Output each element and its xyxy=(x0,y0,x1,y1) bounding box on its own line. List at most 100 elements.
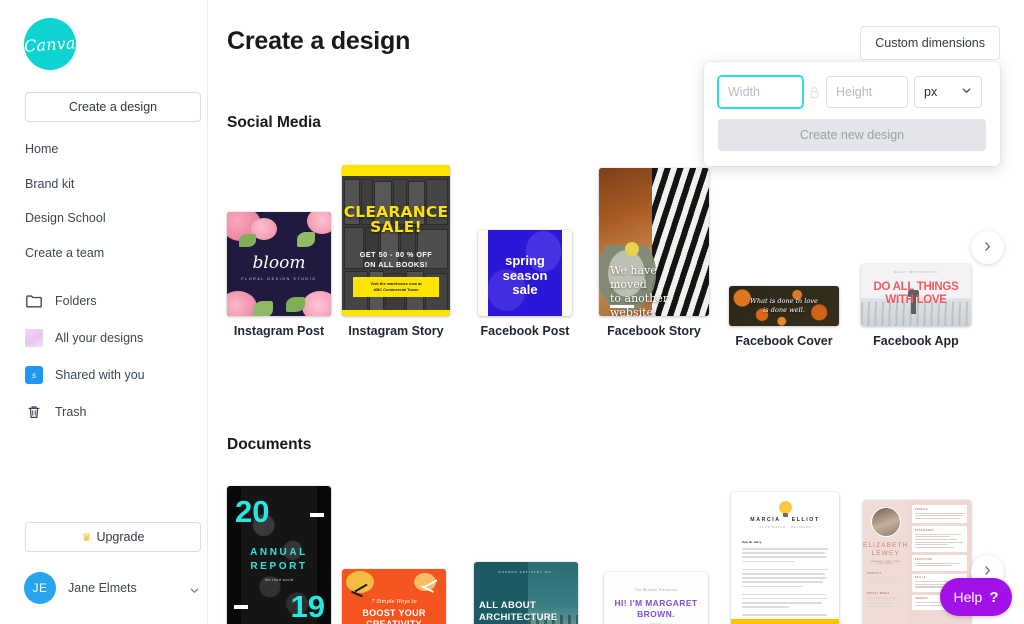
sidebar-nav: Home Brand kit Design School Create a te… xyxy=(25,142,205,280)
canva-logo[interactable]: Canva xyxy=(24,18,76,70)
custom-dimensions-panel: px Create new design xyxy=(704,62,1000,166)
artwork-name-2: LEWEY xyxy=(871,550,900,557)
artwork-top-text: The Window Preschool xyxy=(634,588,678,592)
sidebar-item-folders[interactable]: Folders xyxy=(25,292,205,310)
artwork-name-left: MARCIA xyxy=(750,517,781,523)
artwork-top-text: MODERN ARTISTRY NO. xyxy=(498,570,554,574)
artwork-role: ILLUSTRATOR · DESIGNER xyxy=(758,526,812,529)
sidebar-item-design-school[interactable]: Design School xyxy=(25,211,205,225)
template-tile-letterhead[interactable]: MARCIA ELLIOT ILLUSTRATOR · DESIGNER Dea… xyxy=(731,492,839,624)
sidebar-item-trash-label: Trash xyxy=(55,405,87,419)
template-thumbnail-annual: 20 ANNUAL REPORT the third world 19 xyxy=(227,486,331,624)
template-tile-annual-report[interactable]: 20 ANNUAL REPORT the third world 19 xyxy=(227,486,331,624)
artwork-footer-bar xyxy=(731,619,839,624)
template-tile-facebook-cover[interactable]: What is done in love is done well. Faceb… xyxy=(729,286,839,348)
template-tile-boost-creativity[interactable]: 7 Simple Ways to BOOST YOUR CREATIVITY B… xyxy=(342,569,446,624)
section-title-social-media: Social Media xyxy=(227,114,321,131)
template-tile-facebook-app[interactable]: DAILY MOTIVATION DO ALL THINGS WITH LOVE… xyxy=(861,264,971,348)
template-tile-instagram-post[interactable]: bloom FLORAL DESIGN STUDIO Instagram Pos… xyxy=(227,212,331,338)
artwork-headline-2: SALE! xyxy=(370,218,422,236)
sidebar-item-shared-with-you-label: Shared with you xyxy=(55,368,145,382)
artwork-line-2: to another xyxy=(610,292,669,305)
social-media-row: bloom FLORAL DESIGN STUDIO Instagram Pos… xyxy=(208,160,1024,350)
create-new-design-button[interactable]: Create new design xyxy=(718,119,986,151)
artwork-number-2: 19 xyxy=(290,589,325,624)
sidebar-item-folders-label: Folders xyxy=(55,294,97,308)
artwork-line-2: season xyxy=(502,267,548,283)
designs-icon xyxy=(25,329,43,347)
sidebar-item-create-a-team[interactable]: Create a team xyxy=(25,246,205,260)
sidebar-item-all-your-designs[interactable]: All your designs xyxy=(25,329,205,347)
artwork-line-1: ALL ABOUT xyxy=(479,600,537,611)
create-a-design-button[interactable]: Create a design xyxy=(25,92,201,122)
artwork-line-2: BROWN. xyxy=(637,608,675,619)
sidebar-nav-group: Folders All your designs s Shared with y… xyxy=(25,292,205,440)
artwork-number-1: 20 xyxy=(235,494,270,529)
artwork-top-text: DAILY MOTIVATION xyxy=(894,270,938,274)
lock-icon[interactable] xyxy=(809,86,820,99)
sidebar-item-shared-with-you[interactable]: s Shared with you xyxy=(25,366,205,384)
artwork-title-2: REPORT xyxy=(250,561,308,572)
artwork-sub-1: GET 50 - 80 % OFF xyxy=(359,250,433,259)
template-label: Facebook Post xyxy=(480,324,570,338)
artwork-section-contact: CONTACT xyxy=(867,573,882,575)
template-thumbnail-letter: MARCIA ELLIOT ILLUSTRATOR · DESIGNER Dea… xyxy=(731,492,839,624)
lightbulb-icon xyxy=(778,501,792,517)
artwork-sub-2: ON ALL BOOKS! xyxy=(364,260,428,269)
template-thumbnail-margaret: The Window Preschool HI! I'M MARGARET BR… xyxy=(604,572,708,624)
artwork-line-1: spring xyxy=(505,253,545,268)
canva-home-page: Canva Create a design Home Brand kit Des… xyxy=(0,0,1024,624)
artwork-line-2: ARCHITECTURE xyxy=(479,611,558,623)
template-thumbnail-architecture: MODERN ARTISTRY NO. ALL ABOUT ARCHITECTU… xyxy=(474,562,578,624)
template-label: Instagram Post xyxy=(233,324,325,338)
artwork-name-1: ELIZABETH xyxy=(863,542,909,549)
template-thumbnail-spring: spring season sale SPRING SEASON SALE 50… xyxy=(478,230,572,316)
width-input[interactable] xyxy=(718,76,803,108)
artwork-subtitle: FLORAL DESIGN STUDIO xyxy=(241,277,317,281)
artwork-role: GRAPHIC AND WEB DESIGNER xyxy=(870,561,901,565)
user-menu[interactable]: JE Jane Elmets xyxy=(24,572,200,604)
help-button[interactable]: Help ? xyxy=(940,578,1012,616)
sidebar-item-trash[interactable]: Trash xyxy=(25,403,205,421)
help-button-label: Help xyxy=(953,589,983,605)
main-content: Create a design Custom dimensions px Cre… xyxy=(208,0,1024,624)
carousel-next-button-social-media[interactable] xyxy=(971,231,1004,264)
upgrade-button[interactable]: ♛ Upgrade xyxy=(25,522,201,552)
artwork-title-1: ANNUAL xyxy=(250,547,308,558)
template-thumbnail-cover: What is done in love is done well. xyxy=(729,286,839,326)
unit-select[interactable]: px xyxy=(914,76,982,108)
sidebar-item-home[interactable]: Home xyxy=(25,142,205,156)
template-label: Facebook App xyxy=(873,334,959,348)
height-input[interactable] xyxy=(826,76,908,108)
template-thumbnail-moved: We have moved to another website! xyxy=(599,168,709,316)
artwork-section-social: SOCIAL MEDIA xyxy=(867,593,890,596)
artwork-subtitle: the third world xyxy=(264,578,294,582)
unit-select-value: px xyxy=(924,85,938,99)
artwork-section-experience: EXPERIENCE xyxy=(914,528,935,532)
artwork-section-education: EDUCATION xyxy=(914,557,933,561)
sidebar-item-brand-kit[interactable]: Brand kit xyxy=(25,177,205,191)
artwork-pre-text: 7 Simple Ways to xyxy=(371,599,417,605)
custom-dimensions-button[interactable]: Custom dimensions xyxy=(860,26,1000,60)
template-tile-architecture[interactable]: MODERN ARTISTRY NO. ALL ABOUT ARCHITECTU… xyxy=(474,562,578,624)
template-tile-instagram-story[interactable]: CLEARANCE SALE! GET 50 - 80 % OFF ON ALL… xyxy=(342,165,450,338)
user-name: Jane Elmets xyxy=(68,581,137,595)
documents-row: 20 ANNUAL REPORT the third world 19 7 Si… xyxy=(208,484,1024,624)
template-tile-facebook-story[interactable]: We have moved to another website! Facebo… xyxy=(599,168,709,338)
artwork-line-2: WITH LOVE xyxy=(885,294,947,306)
crown-icon: ♛ xyxy=(81,531,92,544)
sidebar-item-all-your-designs-label: All your designs xyxy=(55,331,144,345)
artwork-section-profile: PROFILE xyxy=(914,507,929,511)
template-label: Instagram Story xyxy=(348,324,444,338)
artwork-line-2: CREATIVITY xyxy=(366,619,422,624)
template-thumbnail-boost: 7 Simple Ways to BOOST YOUR CREATIVITY B… xyxy=(342,569,446,624)
artwork-title: bloom xyxy=(252,253,306,273)
template-thumbnail-clearance: CLEARANCE SALE! GET 50 - 80 % OFF ON ALL… xyxy=(342,165,450,316)
artwork-line-1: What is done in love xyxy=(750,297,818,305)
template-tile-margaret-brown[interactable]: The Window Preschool HI! I'M MARGARET BR… xyxy=(604,572,708,624)
template-tile-facebook-post[interactable]: spring season sale SPRING SEASON SALE 50… xyxy=(478,230,572,338)
artwork-line-1: DO ALL THINGS xyxy=(873,281,959,293)
page-title: Create a design xyxy=(227,27,411,55)
artwork-greeting: Dear Mr. Harry, xyxy=(742,540,762,544)
artwork-side-text: SPRING SEASON SALE 50% OFF xyxy=(565,246,569,315)
